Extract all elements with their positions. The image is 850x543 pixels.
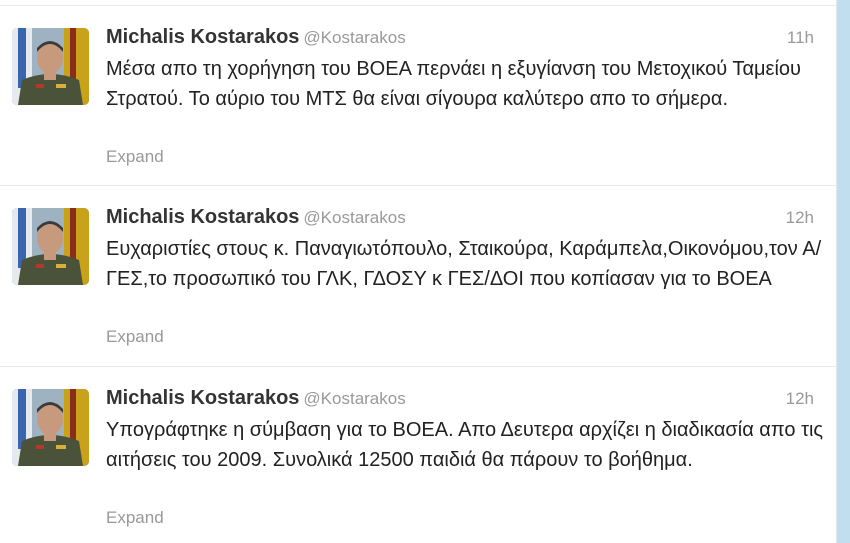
tweet-text: Μέσα απο τη χορήγηση του ΒΟΕΑ περνάει η … <box>106 58 801 110</box>
tweet-header: Michalis Kostarakos @Kostarakos 11h <box>106 26 814 52</box>
avatar-image <box>12 28 89 105</box>
author-fullname[interactable]: Michalis Kostarakos <box>106 26 299 48</box>
expand-link[interactable]: Expand <box>106 147 164 167</box>
avatar-image <box>12 389 89 466</box>
tweet-item[interactable]: Michalis Kostarakos @Kostarakos 11h Μέσα … <box>0 6 836 186</box>
tweet-header: Michalis Kostarakos @Kostarakos 12h <box>106 387 814 413</box>
author-username[interactable]: @Kostarakos <box>303 389 405 408</box>
tweet-timestamp[interactable]: 12h <box>786 389 814 409</box>
tweet-header: Michalis Kostarakos @Kostarakos 12h <box>106 206 814 232</box>
avatar[interactable] <box>12 208 89 285</box>
author-fullname[interactable]: Michalis Kostarakos <box>106 206 299 228</box>
tweet-timestamp[interactable]: 12h <box>786 208 814 228</box>
tweet-item[interactable]: Michalis Kostarakos @Kostarakos 12h Υπογρ… <box>0 367 836 543</box>
tweet-text: Ευχαριστίες στους κ. Παναγιωτόπουλο, Στα… <box>106 238 822 290</box>
avatar[interactable] <box>12 28 89 105</box>
tweet-item[interactable]: Michalis Kostarakos @Kostarakos 12h Ευχαρ… <box>0 186 836 367</box>
tweet-timestamp[interactable]: 11h <box>787 28 814 48</box>
author-fullname[interactable]: Michalis Kostarakos <box>106 387 299 409</box>
author-username[interactable]: @Kostarakos <box>303 208 405 227</box>
author-username[interactable]: @Kostarakos <box>303 28 405 47</box>
tweet-stream: Michalis Kostarakos @Kostarakos 11h Μέσα … <box>0 0 837 543</box>
avatar-image <box>12 208 89 285</box>
expand-link[interactable]: Expand <box>106 327 164 347</box>
expand-link[interactable]: Expand <box>106 508 164 528</box>
avatar[interactable] <box>12 389 89 466</box>
tweet-text: Υπογράφτηκε η σύμβαση για το ΒΟΕΑ. Απο Δ… <box>106 419 824 471</box>
